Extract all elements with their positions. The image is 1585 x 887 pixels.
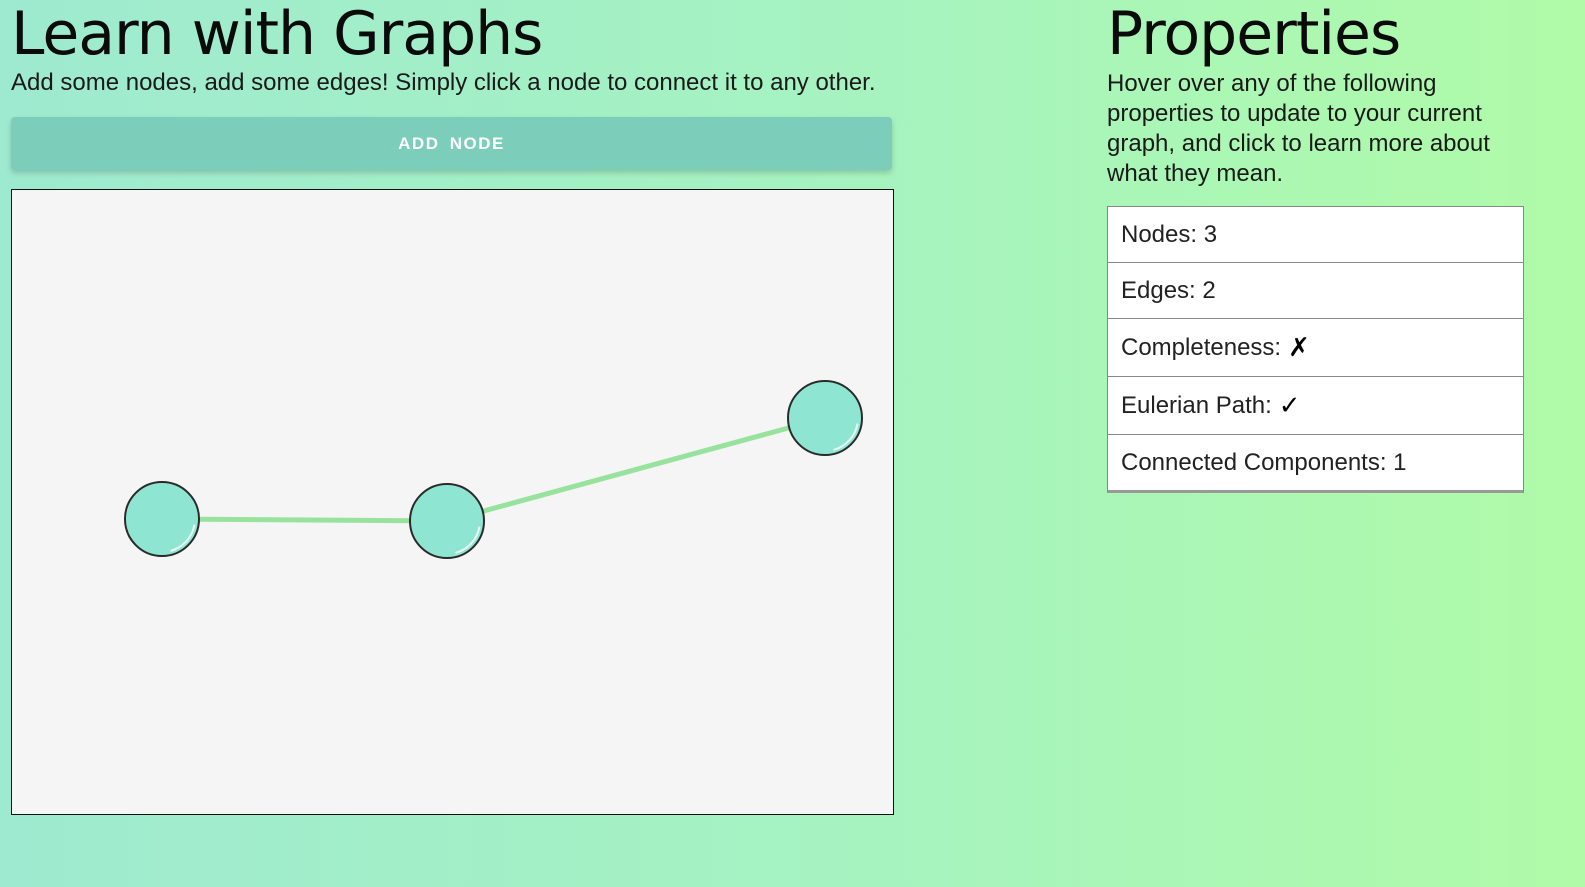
page-subtitle: Add some nodes, add some edges! Simply c… bbox=[11, 69, 876, 96]
property-edges[interactable]: Edges: 2 bbox=[1108, 263, 1523, 319]
property-components-value: 1 bbox=[1393, 448, 1407, 476]
property-connected-components[interactable]: Connected Components: 1 bbox=[1108, 435, 1523, 490]
graph-node[interactable] bbox=[787, 380, 863, 456]
property-nodes-label: Nodes: bbox=[1121, 220, 1198, 248]
property-edges-value: 2 bbox=[1202, 276, 1216, 304]
page-title: Learn with Graphs bbox=[11, 0, 543, 69]
cross-icon: ✗ bbox=[1288, 332, 1310, 363]
property-nodes-value: 3 bbox=[1203, 220, 1218, 248]
check-icon: ✓ bbox=[1278, 390, 1301, 421]
properties-list: Nodes: 3 Edges: 2 Completeness: ✗ Euleria… bbox=[1107, 206, 1524, 493]
properties-description: Hover over any of the following properti… bbox=[1107, 70, 1490, 187]
graph-node-circle[interactable] bbox=[409, 483, 485, 559]
graph-edge bbox=[161, 516, 448, 524]
property-edges-label: Edges: bbox=[1121, 276, 1196, 304]
graph-node-circle[interactable] bbox=[124, 481, 200, 557]
graph-svg[interactable] bbox=[12, 190, 893, 814]
properties-title: Properties bbox=[1107, 0, 1401, 69]
graph-canvas[interactable] bbox=[11, 189, 894, 815]
graph-node[interactable] bbox=[124, 481, 200, 557]
property-nodes[interactable]: Nodes: 3 bbox=[1108, 207, 1523, 263]
add-node-button[interactable]: ADD NODE bbox=[11, 117, 892, 170]
edges-layer bbox=[161, 415, 826, 524]
graph-node-circle[interactable] bbox=[787, 380, 863, 456]
property-eulerian-path[interactable]: Eulerian Path: ✓ bbox=[1108, 377, 1523, 435]
property-components-label: Connected Components: bbox=[1121, 448, 1387, 476]
property-eulerian-label: Eulerian Path: bbox=[1121, 391, 1272, 419]
graph-node[interactable] bbox=[409, 483, 485, 559]
nodes-layer bbox=[124, 380, 863, 559]
property-completeness-label: Completeness: bbox=[1121, 333, 1282, 361]
graph-edge bbox=[446, 415, 826, 524]
property-completeness[interactable]: Completeness: ✗ bbox=[1108, 319, 1523, 377]
